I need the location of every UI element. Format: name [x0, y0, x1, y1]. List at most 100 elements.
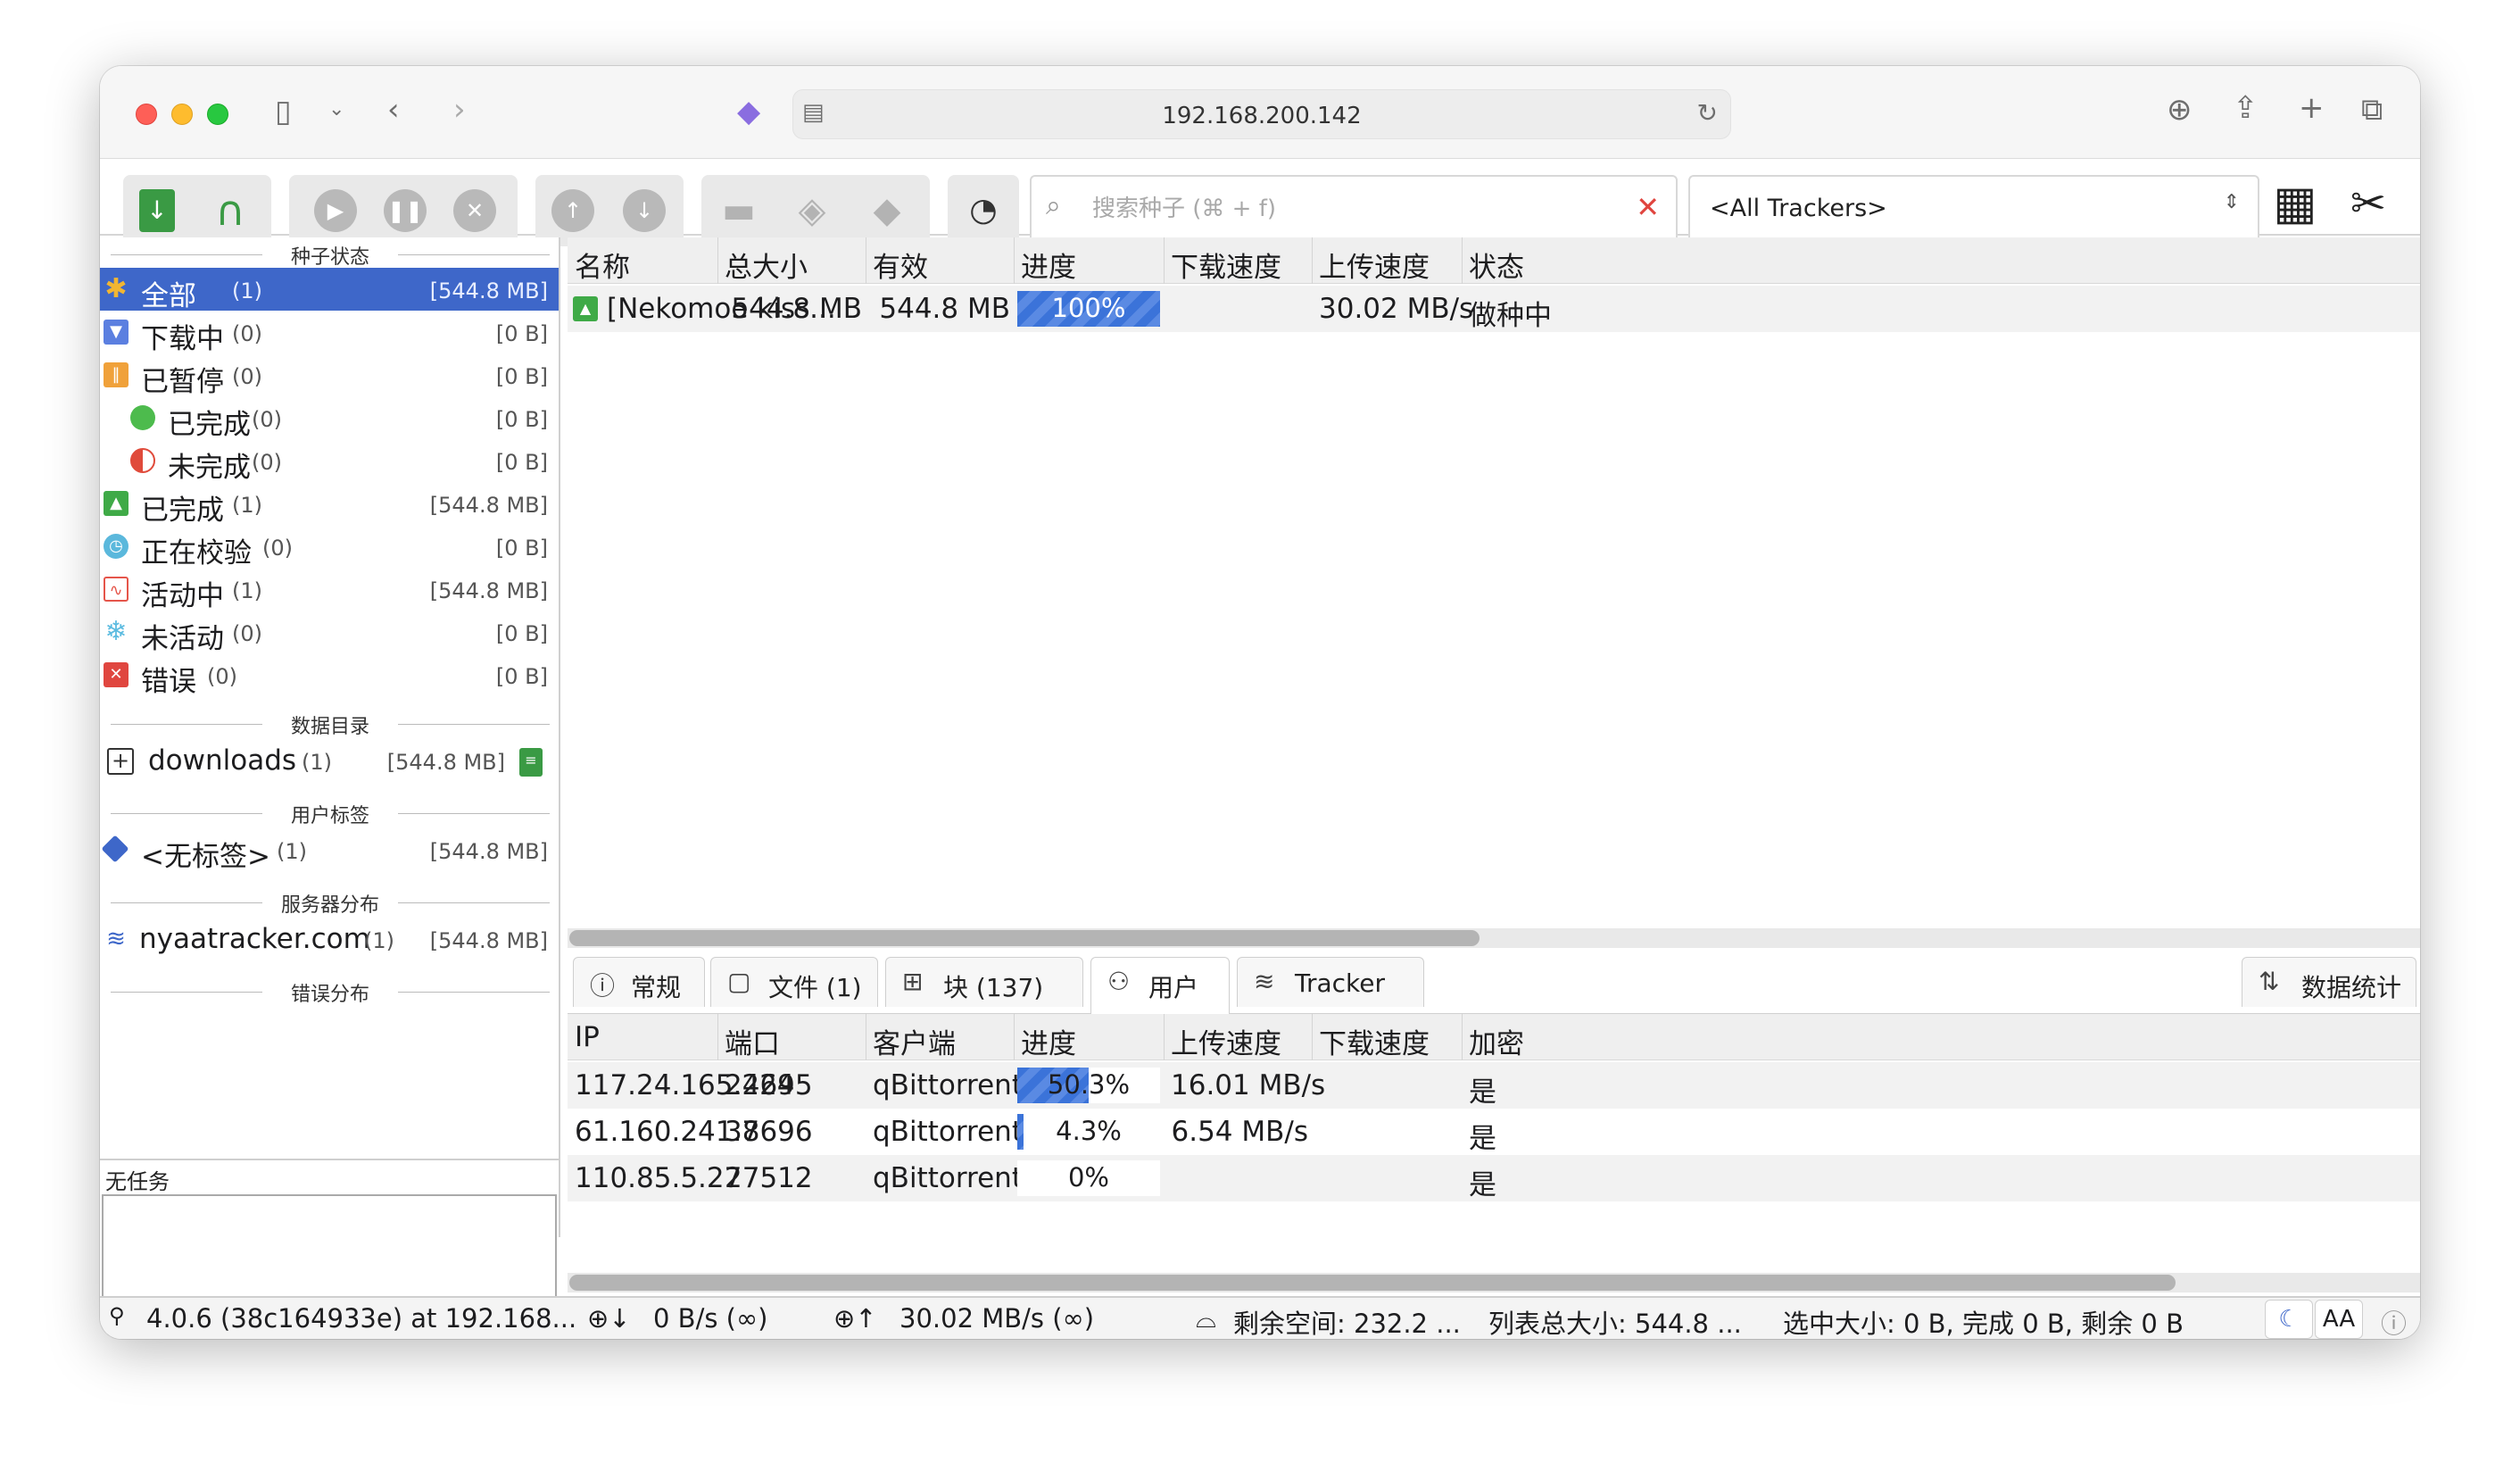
category-item-downloads[interactable]: + downloads (1) [544.8 MB] ≡ [100, 739, 559, 782]
settings-tools-icon[interactable]: ✂ [2342, 177, 2395, 230]
column-divider[interactable] [1164, 237, 1165, 284]
upload-icon: ▲ [104, 491, 128, 516]
column-divider[interactable] [717, 1014, 718, 1060]
sidebar-status-item[interactable]: ▲ 已完成 (1) [544.8 MB] [100, 482, 559, 527]
sidebar-status-item[interactable]: 未完成 (0) [0 B] [100, 439, 559, 484]
column-divider[interactable] [1014, 1014, 1015, 1060]
add-torrent-link-icon[interactable]: ∩ [209, 189, 252, 232]
upload-speed[interactable]: 30.02 MB/s (∞) [899, 1303, 1094, 1334]
peer-horizontal-scrollbar[interactable] [568, 1273, 2420, 1292]
sidebar-status-item[interactable]: ✱ 全部 (1) [544.8 MB] [100, 268, 559, 312]
peers-column-header[interactable]: 下载速度 [1319, 1021, 1430, 1060]
address-bar[interactable]: ▤ 192.168.200.142 ↻ [792, 89, 1731, 139]
tab-file[interactable]: ▢ 文件 (1) [710, 957, 878, 1007]
sidebar-toggle-icon[interactable]: ▯ [275, 96, 292, 127]
sidebar-status-item[interactable]: ∿ 活动中 (1) [544.8 MB] [100, 568, 559, 612]
tab-wifi[interactable]: ≋ Tracker [1237, 957, 1424, 1007]
back-icon[interactable]: ‹ [387, 95, 400, 125]
queue-down-icon[interactable]: ↓ [623, 189, 666, 232]
torrents-column-header[interactable]: 总大小 [725, 245, 808, 284]
column-divider[interactable] [1462, 237, 1463, 284]
peers-column-header[interactable]: 加密 [1469, 1021, 1524, 1060]
share-icon[interactable]: ⇪ [2233, 93, 2259, 123]
delete-icon[interactable]: ✕ [453, 189, 496, 232]
column-divider[interactable] [1312, 237, 1313, 284]
tracker-item-nyaa[interactable]: ≋ nyaatracker.com (1) [544.8 MB] [100, 918, 559, 960]
chevron-down-icon[interactable]: ⌄ [328, 100, 344, 120]
warning-icon[interactable]: ◆ [866, 189, 908, 232]
sort-icon: ⇅ [2259, 967, 2280, 996]
torrent-horizontal-scrollbar[interactable] [568, 928, 2420, 948]
scrollbar-thumb[interactable] [569, 1275, 2176, 1291]
reload-icon[interactable]: ↻ [1697, 101, 1718, 126]
column-divider[interactable] [717, 237, 718, 284]
clear-search-icon[interactable]: ✕ [1636, 193, 1660, 221]
close-window-button[interactable] [136, 104, 157, 125]
search-input[interactable] [1092, 189, 1610, 229]
select-arrows-icon: ⇕ [2223, 191, 2240, 213]
detail-tabs: ⓘ 常规 ▢ 文件 (1) ⊞ 块 (137) ⚇ 用户 ≋ Tracker ⇅ 数据统计 [568, 950, 2420, 1014]
stats-button[interactable]: ⇅ 数据统计 [2242, 957, 2416, 1007]
extension-icon[interactable]: ◆ [737, 96, 760, 127]
sidebar-status-item[interactable]: ▼ 下载中 (0) [0 B] [100, 311, 559, 355]
category-count: (1) [302, 750, 332, 775]
torrents-column-header[interactable]: 上传速度 [1319, 245, 1430, 284]
torrent-row[interactable]: ▲ [Nekomoe kiss... 544.8 MB 544.8 MB 100% 30.… [568, 286, 2420, 332]
peers-column-header[interactable]: 客户端 [873, 1021, 956, 1060]
column-divider[interactable] [1014, 237, 1015, 284]
expand-icon[interactable]: + [107, 748, 134, 775]
torrents-column-header[interactable]: 进度 [1021, 245, 1076, 284]
peers-column-header[interactable]: 进度 [1021, 1021, 1076, 1060]
speedometer-icon[interactable]: ◔ [962, 189, 1005, 232]
peers-column-header[interactable]: 上传速度 [1171, 1021, 1281, 1060]
tab-grid[interactable]: ⊞ 块 (137) [885, 957, 1083, 1007]
peer-row[interactable]: 61.160.241.7 38696 qBittorrent 4.6.7 4.3% 6.… [568, 1109, 2420, 1155]
download-speed[interactable]: 0 B/s (∞) [653, 1303, 767, 1334]
tag-item-untagged[interactable]: <无标签> (1) [544.8 MB] [100, 828, 559, 873]
peer-port: 27512 [725, 1162, 813, 1194]
free-space: 剩余空间: 232.2 ... [1233, 1309, 1461, 1339]
pause-icon[interactable]: ❚❚ [384, 189, 427, 232]
downloads-icon[interactable]: ⊕ [2167, 95, 2193, 125]
minimize-window-button[interactable] [171, 104, 193, 125]
peers-column-header[interactable]: 端口 [725, 1021, 780, 1060]
add-torrent-file-icon[interactable]: ↓ [139, 189, 175, 232]
sidebar-status-item[interactable]: 已完成 (0) [0 B] [100, 396, 559, 441]
sidebar-status-item[interactable]: ❄ 未活动 (0) [0 B] [100, 611, 559, 656]
queue-up-icon[interactable]: ↑ [551, 189, 594, 232]
peer-row[interactable]: 117.24.165.224 24695 qBittorrent 4.6.7 50.3… [568, 1062, 2420, 1109]
forward-icon[interactable]: › [453, 95, 466, 125]
torrents-column-header[interactable]: 下载速度 [1171, 245, 1281, 284]
tab-overview-icon[interactable]: ⧉ [2361, 95, 2383, 125]
maximize-window-button[interactable] [207, 104, 228, 125]
alt-speed-icon[interactable]: ☾ [2265, 1300, 2313, 1339]
sidebar-status-item[interactable]: ✕ 错误 (0) [0 B] [100, 653, 559, 698]
tracker-filter-select[interactable]: <All Trackers> ⇕ [1688, 175, 2259, 243]
folder-icon[interactable]: ▬ [717, 189, 760, 232]
column-divider[interactable] [1312, 1014, 1313, 1060]
globe-upload-icon: ⊕↑ [833, 1303, 877, 1334]
tab-info[interactable]: ⓘ 常规 [573, 957, 705, 1007]
text-size-icon[interactable]: AA [2315, 1300, 2363, 1339]
torrents-column-header[interactable]: 名称 [575, 245, 630, 284]
scrollbar-thumb[interactable] [569, 930, 1480, 946]
peer-row[interactable]: 110.85.5.27 27512 qBittorrent 4.6.7 0% 是 [568, 1155, 2420, 1201]
total-size: 列表总大小: 544.8 ... [1488, 1309, 1742, 1339]
info-icon[interactable]: ⓘ [2381, 1303, 2407, 1339]
tab-label: 用户 [1148, 973, 1199, 1002]
tag-icon[interactable]: ◈ [791, 189, 833, 232]
resume-icon[interactable]: ▶ [314, 189, 357, 232]
progress-text: 100% [1051, 293, 1126, 323]
peers-column-header[interactable]: IP [575, 1021, 600, 1057]
column-divider[interactable] [1164, 1014, 1165, 1060]
layout-icon[interactable]: ▦ [2268, 177, 2322, 230]
sidebar-status-item[interactable]: ◷ 正在校验 (0) [0 B] [100, 525, 559, 569]
column-divider[interactable] [1462, 1014, 1463, 1060]
grid-icon: ⊞ [902, 967, 924, 996]
tab-users[interactable]: ⚇ 用户 [1090, 957, 1230, 1014]
new-tab-icon[interactable]: + [2299, 93, 2325, 123]
torrents-column-header[interactable]: 有效 [873, 245, 928, 284]
sidebar-status-item[interactable]: ‖ 已暂停 (0) [0 B] [100, 353, 559, 398]
progress-bar: 50.3% [1017, 1068, 1160, 1103]
torrents-column-header[interactable]: 状态 [1469, 245, 1524, 284]
